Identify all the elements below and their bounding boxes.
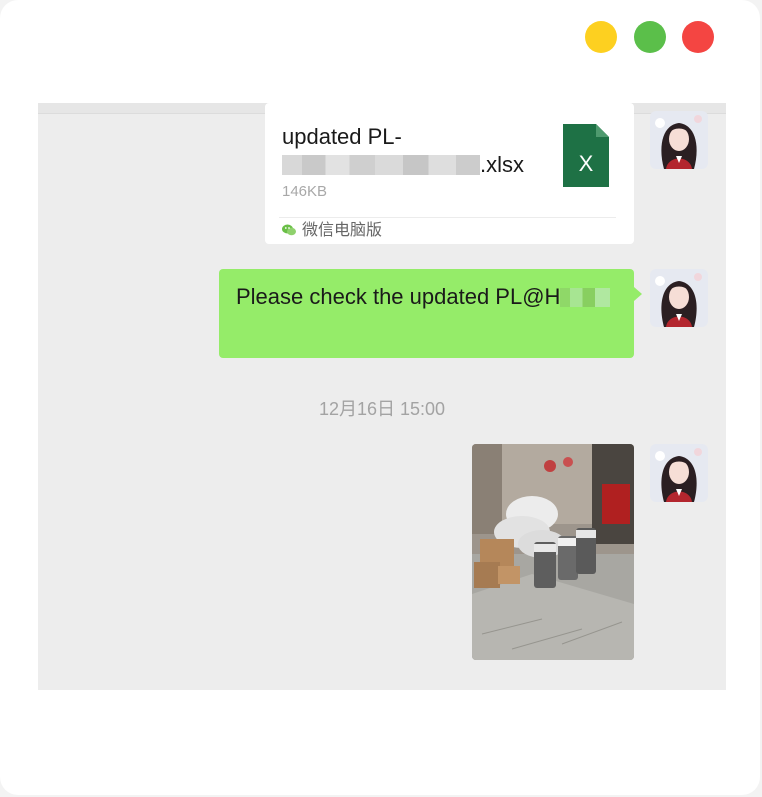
message-text-content: Please check the updated PL@H xyxy=(236,284,561,309)
file-name: updated PL- .xlsx xyxy=(282,123,552,179)
image-message[interactable] xyxy=(472,444,634,660)
warehouse-photo xyxy=(472,444,634,660)
excel-icon-letter: X xyxy=(579,151,594,176)
avatar[interactable] xyxy=(650,444,708,502)
file-name-line1: updated PL- xyxy=(282,124,402,149)
file-card-divider xyxy=(279,217,616,218)
message-timestamp: 12月16日 15:00 xyxy=(318,399,446,419)
chat-message-area[interactable]: updated PL- .xlsx X 146KB 微信电脑版 Please c… xyxy=(38,103,726,690)
file-size: 146KB xyxy=(282,183,328,200)
file-name-suffix: .xlsx xyxy=(480,152,524,177)
avatar-image xyxy=(650,269,708,327)
excel-icon: X xyxy=(563,124,609,187)
file-source-label: 微信电脑版 xyxy=(302,222,383,239)
avatar[interactable] xyxy=(650,111,708,169)
message-text: Please check the updated PL@H xyxy=(236,284,611,310)
wechat-icon xyxy=(282,224,296,236)
app-window: updated PL- .xlsx X 146KB 微信电脑版 Please c… xyxy=(0,0,760,795)
redacted-text xyxy=(560,288,611,307)
maximize-button[interactable] xyxy=(634,21,666,53)
avatar-image xyxy=(650,444,708,502)
sent-text-bubble[interactable]: Please check the updated PL@H xyxy=(219,269,642,358)
avatar-image xyxy=(650,111,708,169)
file-source: 微信电脑版 xyxy=(282,221,382,241)
avatar[interactable] xyxy=(650,269,708,327)
redacted-text xyxy=(282,155,480,175)
close-button[interactable] xyxy=(682,21,714,53)
file-message-card[interactable]: updated PL- .xlsx X 146KB 微信电脑版 xyxy=(265,103,634,244)
minimize-button[interactable] xyxy=(585,21,617,53)
